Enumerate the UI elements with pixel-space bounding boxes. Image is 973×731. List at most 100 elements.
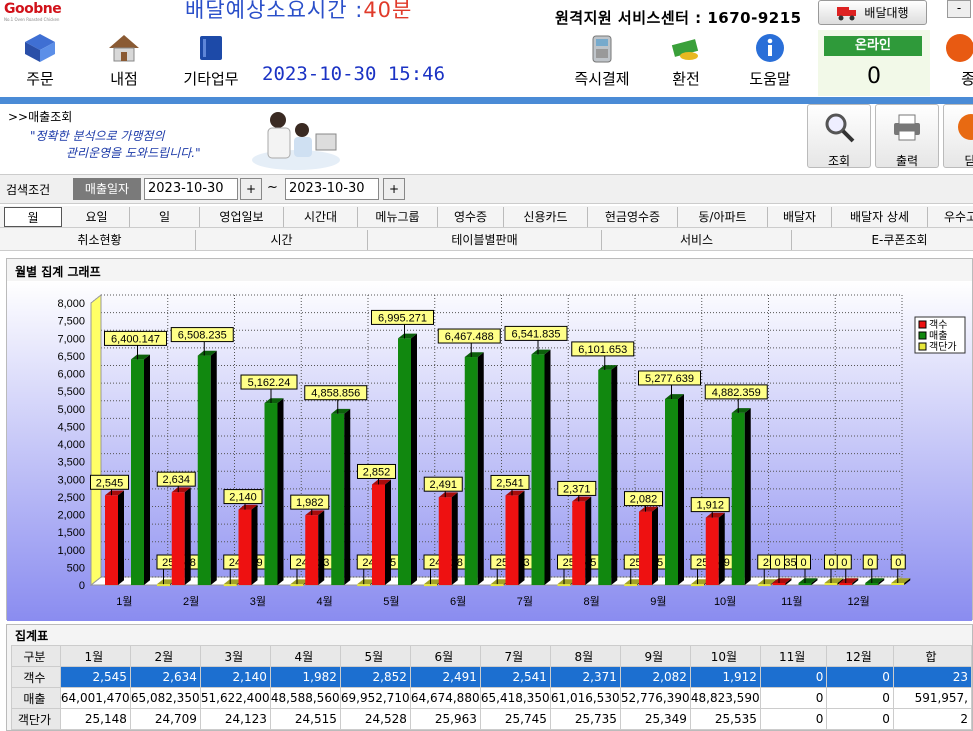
tab-day[interactable]: 일 xyxy=(130,207,200,227)
sale-date-button[interactable]: 매출일자 xyxy=(73,178,141,200)
minimize-button[interactable]: - xyxy=(947,0,971,18)
summary-header-cell: 10월 xyxy=(689,645,761,667)
data-label: 0 xyxy=(774,557,780,569)
date-from-input[interactable]: 2023-10-30 xyxy=(144,178,238,200)
y-tick-label: 6,500 xyxy=(57,351,85,363)
staff-illustration xyxy=(252,112,340,170)
summary-header-cell: 2월 xyxy=(129,645,201,667)
tab-time[interactable]: 시간 xyxy=(196,230,368,250)
tab-ecoupon[interactable]: E-쿠폰조회 xyxy=(792,230,973,250)
y-tick-label: 500 xyxy=(67,562,85,574)
bar-side xyxy=(344,408,351,585)
data-label: 2,634 xyxy=(162,474,190,486)
y-tick-label: 2,500 xyxy=(57,492,85,504)
tab-cancellations[interactable]: 취소현황 xyxy=(4,230,196,250)
bar-매출-4월 xyxy=(331,413,345,585)
bar-side xyxy=(184,487,191,585)
book-icon xyxy=(200,36,222,60)
toolbar-exchange-button[interactable]: 환전 xyxy=(654,28,718,96)
summary-cell: 2,634 xyxy=(129,666,201,688)
summary-cell: 64,674,880 xyxy=(409,687,481,709)
breadcrumb: >>매출조회 xyxy=(8,110,73,124)
data-label: 2,852 xyxy=(363,466,391,478)
summary-row-label: 매출 xyxy=(11,687,61,709)
tab-table-sales[interactable]: 테이블별판매 xyxy=(368,230,602,250)
toolbar-instant-pay-button[interactable]: 즉시결제 xyxy=(566,28,638,96)
data-label: 6,467.488 xyxy=(445,331,494,343)
bar-매출-1월 xyxy=(131,359,144,585)
summary-header-cell: 11월 xyxy=(759,645,828,667)
card-terminal-icon xyxy=(592,35,612,63)
tab-month[interactable]: 월 xyxy=(4,207,62,227)
bar-객수-12월 xyxy=(839,583,853,585)
search-action-label: 조회 xyxy=(827,154,851,168)
x-tick-label: 6월 xyxy=(450,595,466,608)
date-from-picker-button[interactable]: + xyxy=(240,178,262,200)
toolbar-help-button[interactable]: 도움말 xyxy=(738,28,802,96)
summary-header-cell: 12월 xyxy=(826,645,894,667)
summary-row[interactable]: 매출 64,001,470 65,082,350 51,622,400 48,588,5… xyxy=(11,687,973,709)
bar-매출-7월 xyxy=(531,354,545,585)
summary-header-cell: 7월 xyxy=(479,645,551,667)
data-label: 2,140 xyxy=(229,492,257,504)
summary-cell: 0 xyxy=(759,687,828,709)
bar-객단가-1월 xyxy=(157,584,170,587)
tab-daily-report[interactable]: 영업일보 xyxy=(200,207,284,227)
slogan-line-1: "정확한 분석으로 가맹점의 xyxy=(30,129,165,143)
summary-cell: 0 xyxy=(826,666,894,688)
summary-header-cell: 3월 xyxy=(199,645,271,667)
summary-cell: 2,541 xyxy=(479,666,551,688)
tab-credit-card[interactable]: 신용카드 xyxy=(504,207,588,227)
tab-time-slot[interactable]: 시간대 xyxy=(284,207,358,227)
bar-매출-12월 xyxy=(865,583,879,585)
tab-receipt[interactable]: 영수증 xyxy=(438,207,504,227)
money-icon xyxy=(671,39,699,60)
toolbar-exit-label: 종 xyxy=(961,70,973,88)
tab-rider[interactable]: 배달자 xyxy=(768,207,832,227)
date-to-picker-button[interactable]: + xyxy=(383,178,405,200)
search-conditions-label: 검색조건 xyxy=(6,183,51,197)
data-label: 2,082 xyxy=(630,494,658,506)
y-tick-label: 2,000 xyxy=(57,510,85,522)
tab-service[interactable]: 서비스 xyxy=(602,230,792,250)
logo-tagline: No.1 Oven Roasted Chicken xyxy=(4,17,60,22)
tab-apartment[interactable]: 동/아파트 xyxy=(678,207,768,227)
summary-header-cell: 6월 xyxy=(409,645,481,667)
toolbar-order-button[interactable]: 주문 xyxy=(8,28,72,96)
toolbar-exit-button[interactable]: 종 xyxy=(940,28,973,96)
toolbar-etc-button[interactable]: 기타업무 xyxy=(178,28,244,96)
tab-rider-detail[interactable]: 배달자 상세 xyxy=(832,207,928,227)
legend-item: 객수 xyxy=(929,319,947,331)
summary-header-cell: 합 xyxy=(892,645,973,667)
tab-menu-group[interactable]: 메뉴그룹 xyxy=(358,207,438,227)
y-tick-label: 4,500 xyxy=(57,421,85,433)
search-action-button[interactable]: 조회 xyxy=(807,104,871,168)
summary-table-panel: 집계표 구분 1월 2월 3월 4월 5월 6월 7월 8월 9월 10월 11월 12월 합 객수 2,54… xyxy=(6,624,973,731)
summary-row[interactable]: 객단가 25,148 24,709 24,123 24,515 24,528 25,963 2… xyxy=(11,708,973,730)
delivery-agent-button[interactable]: 배달대행 xyxy=(818,0,927,25)
bar-객단가-10월 xyxy=(757,584,771,587)
main-toolbar: 주문 내점 기타업무 2023-10-30 15:46 즉시결제 환전 도움말 … xyxy=(0,28,973,98)
summary-cell: 0 xyxy=(826,708,894,730)
print-action-button[interactable]: 출력 xyxy=(875,104,939,168)
bar-객수-10월 xyxy=(705,517,719,585)
summary-row[interactable]: 객수 2,545 2,634 2,140 1,982 2,852 2,491 2,541 2,3… xyxy=(11,666,973,688)
y-tick-label: 8,000 xyxy=(57,298,85,310)
y-axis-wall xyxy=(90,293,102,587)
toolbar-visit-button[interactable]: 내점 xyxy=(92,28,156,96)
bar-side xyxy=(144,354,150,585)
date-to-input[interactable]: 2023-10-30 xyxy=(285,178,379,200)
info-icon xyxy=(756,34,784,62)
slogan-line-2: 관리운영을 도와드립니다." xyxy=(66,146,201,160)
delivery-estimate: 배달예상소요시간 :40분 xyxy=(185,0,412,24)
summary-cell: 0 xyxy=(759,666,828,688)
tab-cash-receipt[interactable]: 현금영수증 xyxy=(588,207,678,227)
summary-cell: 1,982 xyxy=(269,666,341,688)
tab-weekday[interactable]: 요일 xyxy=(64,207,130,227)
tab-excellent[interactable]: 우수고 xyxy=(928,207,973,227)
legend-item: 객단가 xyxy=(929,341,957,353)
service-center-phone: 원격지원 서비스센터 : 1670-9215 xyxy=(555,9,802,27)
print-action-label: 출력 xyxy=(895,154,919,168)
close-action-button[interactable]: 닫 xyxy=(943,104,973,168)
date-range-separator: ~ xyxy=(267,180,278,195)
